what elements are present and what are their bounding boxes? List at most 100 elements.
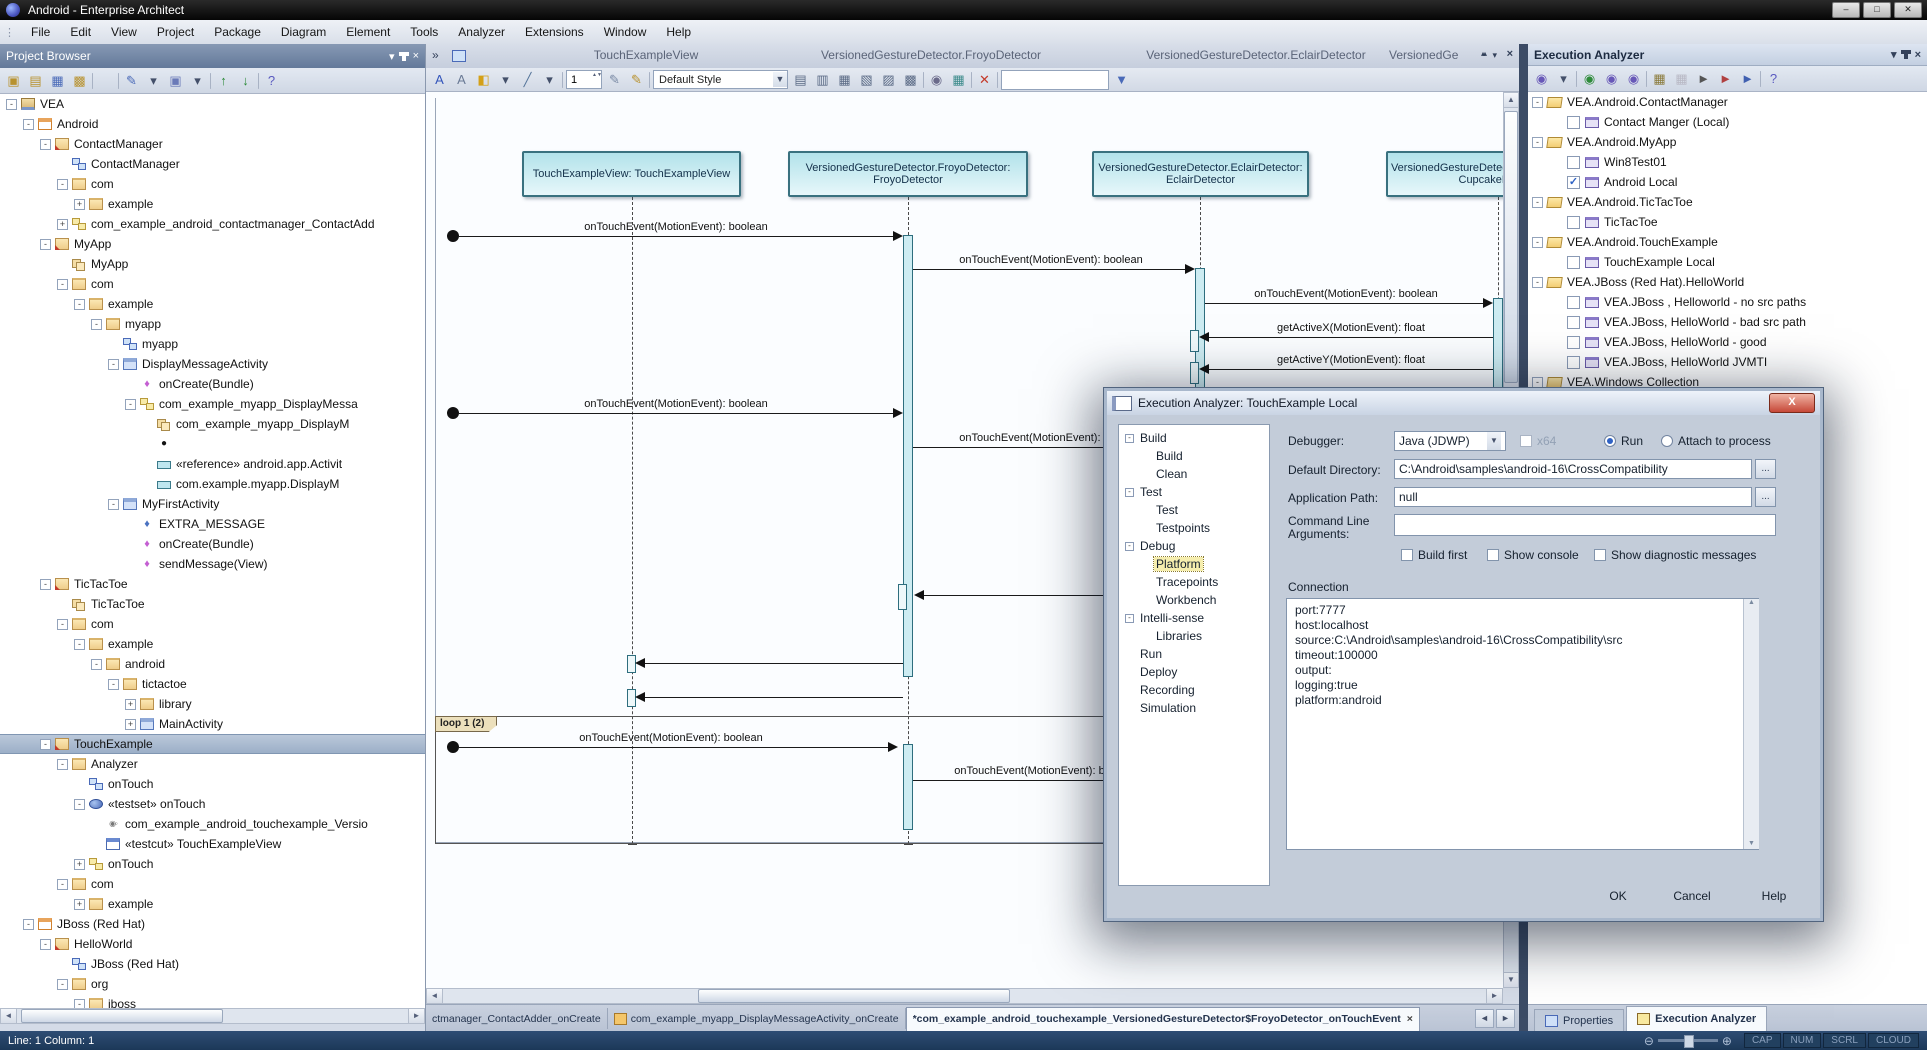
lifeline-head-cupcakedetector[interactable]: VersionedGestureDetector.CupcakeDetector… (1386, 151, 1503, 197)
tree-item[interactable]: - DisplayMessageActivity (0, 354, 425, 374)
cancel-button[interactable]: Cancel (1666, 886, 1718, 906)
tree-item[interactable]: + onTouch (0, 854, 425, 874)
tab-properties[interactable]: Properties (1534, 1009, 1624, 1031)
scrollbar-thumb[interactable] (21, 1009, 223, 1023)
expander-icon[interactable]: - (1125, 614, 1134, 623)
tree-item[interactable]: EXTRA_MESSAGE (0, 514, 425, 534)
expander-icon[interactable]: - (57, 179, 68, 190)
activation-nested[interactable] (1190, 330, 1199, 352)
separator[interactable] (649, 72, 650, 88)
cmd-args-field[interactable] (1394, 514, 1776, 536)
tree-item[interactable]: - tictactoe (0, 674, 425, 694)
tree-item[interactable]: - jboss (0, 994, 425, 1008)
tree-item[interactable]: - com (0, 174, 425, 194)
show-diagnostic-box[interactable] (1594, 549, 1606, 561)
menu-item[interactable]: Element (336, 22, 400, 42)
analyzer-script-row[interactable]: TicTacToe (1528, 212, 1927, 232)
dropdown-icon[interactable]: ▾ (144, 71, 163, 90)
tree-item[interactable]: «reference» android.app.Activit (0, 454, 425, 474)
connection-settings-text[interactable]: port:7777 host:localhost source:C:\Andro… (1286, 598, 1759, 850)
tree-item[interactable]: - com (0, 274, 425, 294)
separator[interactable] (971, 72, 972, 88)
panel-menu-icon[interactable]: ▾ (389, 50, 395, 63)
tab-touchexampleview[interactable]: TouchExampleView (546, 48, 746, 62)
bring-front-icon[interactable]: ▨ (879, 70, 898, 89)
tree-item[interactable]: - Android (0, 114, 425, 134)
text-style-icon[interactable]: A (452, 70, 471, 89)
tree-item[interactable]: - MyFirstActivity (0, 494, 425, 514)
expander-icon[interactable]: - (40, 139, 51, 150)
new-diagram-icon[interactable]: ▦ (48, 71, 67, 90)
lifeline-head-touchexampleview[interactable]: TouchExampleView: TouchExampleView (522, 151, 741, 197)
script-checkbox[interactable] (1567, 256, 1580, 269)
dialog-tree-item[interactable]: Deploy (1119, 663, 1269, 681)
doc-tab-ontouchevent-active[interactable]: *com_example_android_touchexample_Versio… (906, 1007, 1420, 1031)
tab-truncated[interactable]: VersionedGe (1389, 48, 1467, 62)
tree-item[interactable]: - «testset» onTouch (0, 794, 425, 814)
scrollbar-thumb[interactable] (698, 989, 1010, 1003)
tree-item[interactable]: - android (0, 654, 425, 674)
expander-icon[interactable]: - (6, 99, 17, 110)
dialog-tree-item[interactable]: - Intelli-sense (1119, 609, 1269, 627)
build-first-box[interactable] (1401, 549, 1413, 561)
expander-icon[interactable]: - (23, 919, 34, 930)
dialog-tree-item[interactable]: Libraries (1119, 627, 1269, 645)
activation-cupcake[interactable] (1493, 298, 1503, 398)
x64-checkbox-box[interactable] (1520, 435, 1532, 447)
expander-icon[interactable]: - (1125, 488, 1134, 497)
separator[interactable] (118, 73, 119, 89)
analyzer-script-row[interactable]: - VEA.Android.TouchExample (1528, 232, 1927, 252)
scroll-down-icon[interactable]: ▼ (1504, 972, 1518, 987)
expander-icon[interactable]: - (40, 239, 51, 250)
debug-run-icon[interactable]: ► (1716, 69, 1735, 88)
found-message-endpoint[interactable] (447, 230, 459, 242)
message-label[interactable]: onTouchEvent(MotionEvent): boolean (579, 732, 762, 744)
dialog-tree-item[interactable]: Workbench (1119, 591, 1269, 609)
dialog-tree-item[interactable]: Test (1119, 501, 1269, 519)
zoom-track[interactable] (1658, 1039, 1718, 1042)
expander-icon[interactable]: - (1532, 197, 1543, 208)
application-path-field[interactable]: null (1394, 487, 1752, 507)
tree-item[interactable]: sendMessage(View) (0, 554, 425, 574)
scroll-right-icon[interactable]: ► (408, 1009, 424, 1023)
connection-scrollbar[interactable]: ▲▼ (1743, 599, 1759, 849)
menu-item[interactable]: File (21, 22, 60, 42)
attach-radio-button[interactable] (1661, 435, 1673, 447)
dialog-tree-item[interactable]: Platform (1119, 555, 1269, 573)
zoom-knob[interactable] (1684, 1035, 1694, 1048)
separator[interactable] (562, 72, 563, 88)
menu-item[interactable]: Package (204, 22, 271, 42)
expander-icon[interactable]: + (125, 719, 136, 730)
dialog-tree-item[interactable]: Build (1119, 447, 1269, 465)
expander-icon[interactable]: - (74, 639, 85, 650)
separator[interactable] (997, 72, 998, 88)
line-color-icon[interactable]: ╱ (518, 70, 537, 89)
analyzer-script-row[interactable]: Contact Manger (Local) (1528, 112, 1927, 132)
message-label[interactable]: getActiveX(MotionEvent): float (1277, 322, 1425, 334)
lifeline-head-froyodetector[interactable]: VersionedGestureDetector.FroyoDetector: … (788, 151, 1028, 197)
expander-icon[interactable]: - (57, 619, 68, 630)
copy-icon[interactable]: ▣ (166, 71, 185, 90)
tree-item[interactable]: - org (0, 974, 425, 994)
browse-path-button[interactable]: ... (1755, 487, 1776, 507)
expander-icon[interactable]: - (57, 879, 68, 890)
filter-icon[interactable]: ▼ (1112, 70, 1131, 89)
new-package-icon[interactable]: ▤ (26, 71, 45, 90)
tree-item[interactable]: + example (0, 194, 425, 214)
tree-item[interactable]: - com (0, 874, 425, 894)
tree-item[interactable]: - TicTacToe (0, 574, 425, 594)
script-checkbox[interactable] (1567, 296, 1580, 309)
tree-item[interactable]: + example (0, 894, 425, 914)
scroll-tabs-icon[interactable]: ▴▴ (1481, 49, 1485, 58)
found-message-endpoint[interactable] (447, 741, 459, 753)
script-checkbox[interactable] (1567, 216, 1580, 229)
expander-icon[interactable]: - (108, 499, 119, 510)
scroll-down-icon[interactable]: ▼ (1748, 840, 1755, 847)
found-message-endpoint[interactable] (447, 407, 459, 419)
message-label[interactable]: onTouchEvent(MotionEvent): boolean (584, 398, 767, 410)
zoom-in-icon[interactable]: ⊕ (1722, 1034, 1732, 1048)
font-color-icon[interactable]: A (430, 70, 449, 89)
doc-tab-displaymessage[interactable]: com_example_myapp_DisplayMessageActivity… (608, 1008, 906, 1029)
script-checkbox[interactable] (1567, 176, 1580, 189)
align-left-icon[interactable]: ▤ (791, 70, 810, 89)
